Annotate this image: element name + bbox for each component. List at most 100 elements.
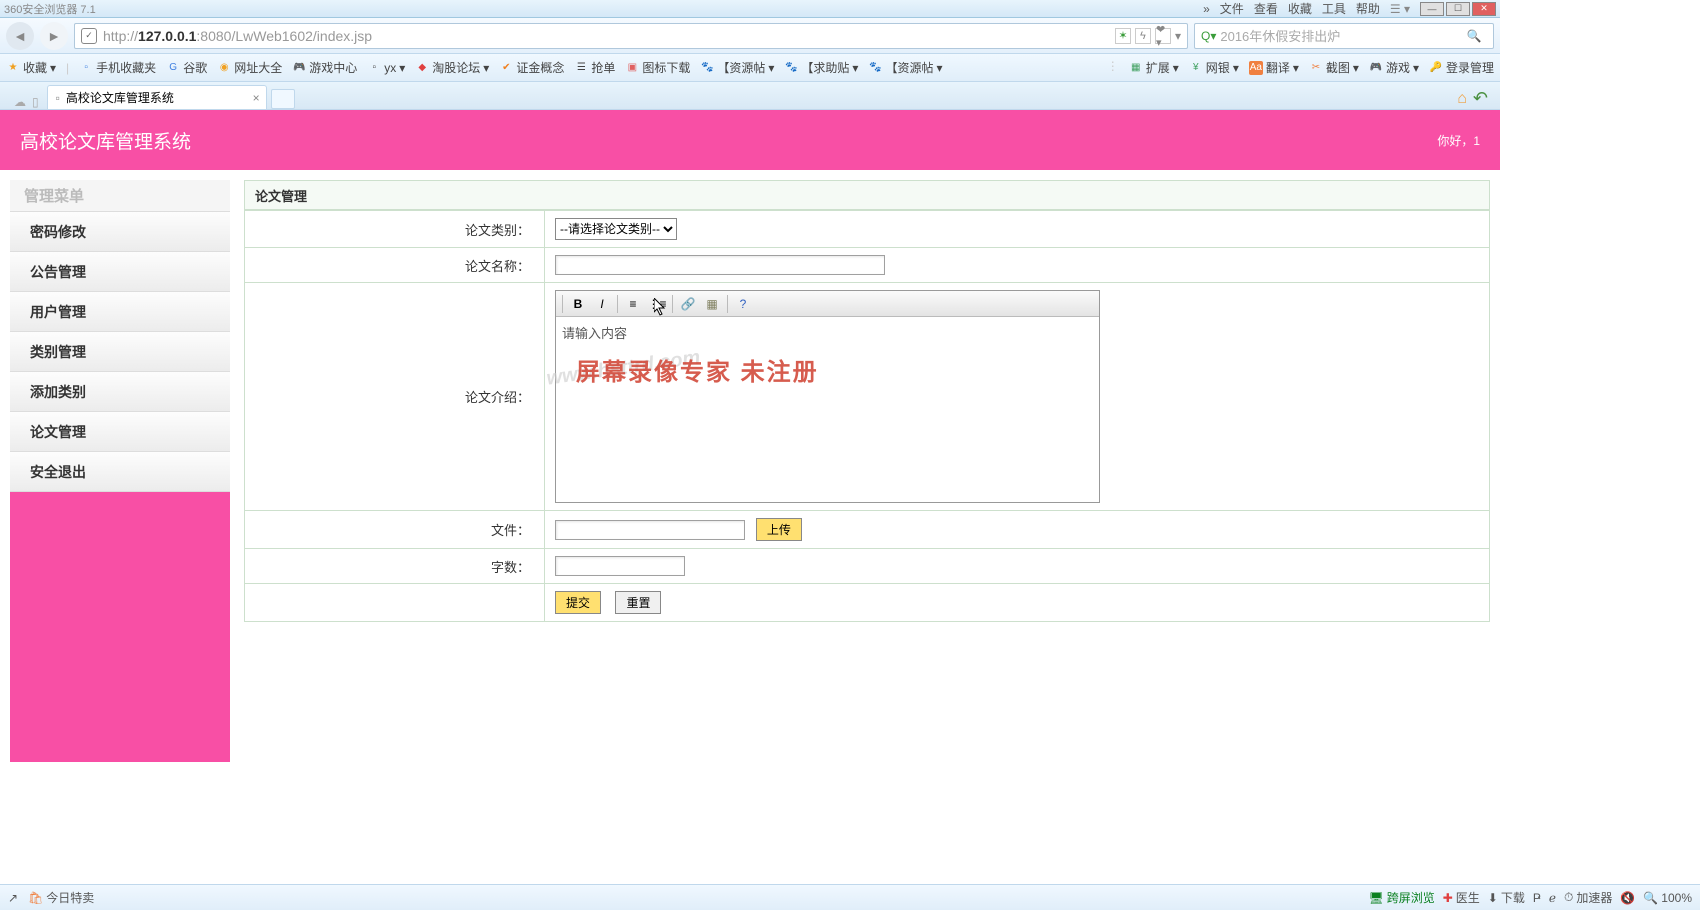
undo-close-icon[interactable]: ↶ [1473, 88, 1488, 109]
launch-icon[interactable]: ↗ [8, 891, 18, 905]
label-intro: 论文介绍： [245, 283, 545, 511]
tab-active[interactable]: ▫ 高校论文库管理系统 × [47, 85, 267, 109]
reset-button[interactable]: 重置 [615, 591, 661, 614]
url-text: http://127.0.0.1:8080/LwWeb1602/index.js… [103, 28, 1115, 44]
label-category: 论文类别： [245, 211, 545, 248]
sidebar-item-notice[interactable]: 公告管理 [10, 252, 230, 292]
sidebar-item-thesis[interactable]: 论文管理 [10, 412, 230, 452]
menu-file[interactable]: 文件 [1220, 0, 1244, 17]
ol-button[interactable]: ≡ [622, 294, 644, 314]
home-icon[interactable]: ⌂ [1457, 90, 1467, 108]
bookmark-taogu[interactable]: ◆淘股论坛 ▾ [415, 59, 489, 76]
menu-manage-icon[interactable]: ☰ ▾ [1390, 2, 1410, 16]
bookmark-yx[interactable]: ▫yx ▾ [367, 61, 405, 75]
games-button[interactable]: 🎮游戏 ▾ [1369, 59, 1419, 76]
back-button[interactable]: ◄ [6, 22, 34, 50]
window-menubar: » 文件 查看 收藏 工具 帮助 ☰ ▾ — ☐ ✕ [1203, 0, 1496, 17]
page-body: 管理菜单 密码修改 公告管理 用户管理 类别管理 添加类别 论文管理 安全退出 … [0, 170, 1500, 760]
search-box[interactable]: Q▾ 2016年休假安排出炉 🔍 [1194, 23, 1494, 49]
bookmark-google[interactable]: G谷歌 [166, 59, 207, 76]
forward-button[interactable]: ► [40, 22, 68, 50]
tab-close-button[interactable]: × [253, 91, 260, 105]
e-icon[interactable]: ℯ [1549, 891, 1556, 905]
paw-icon: 🐾 [868, 61, 882, 75]
bookmark-right: ⋮ ▦扩展 ▾ ¥网银 ▾ Aa翻译 ▾ ✂截图 ▾ 🎮游戏 ▾ 🔑登录管理 [1107, 59, 1494, 76]
bold-button[interactable]: B [567, 294, 589, 314]
upload-button[interactable]: 上传 [756, 518, 802, 541]
minimize-button[interactable]: — [1420, 2, 1444, 16]
nav-toolbar: ◄ ► ✓ http://127.0.0.1:8080/LwWeb1602/in… [0, 18, 1500, 54]
translate-button[interactable]: Aa翻译 ▾ [1249, 59, 1299, 76]
label-name: 论文名称： [245, 248, 545, 283]
today-sale[interactable]: 🛍今日特卖 [28, 889, 94, 906]
submit-button[interactable]: 提交 [555, 591, 601, 614]
maximize-button[interactable]: ☐ [1446, 2, 1470, 16]
bookmark-games[interactable]: 🎮游戏中心 [292, 59, 357, 76]
download-arrow-icon: ⬇ [1488, 891, 1498, 905]
label-file: 文件： [245, 511, 545, 549]
italic-button[interactable]: I [591, 294, 613, 314]
sidebar-item-addcat[interactable]: 添加类别 [10, 372, 230, 412]
bookmark-help[interactable]: 🐾【求助贴 ▾ [784, 59, 858, 76]
form-table: 论文类别： --请选择论文类别-- 论文名称： 论文介绍： B [244, 210, 1490, 622]
screenshot-button[interactable]: ✂截图 ▾ [1309, 59, 1359, 76]
sidebar-item-exit[interactable]: 安全退出 [10, 452, 230, 492]
search-engine-icon[interactable]: Q▾ [1201, 29, 1216, 43]
menu-chevrons[interactable]: » [1203, 2, 1210, 16]
tab-right-icons: ⌂ ↶ [1451, 88, 1494, 109]
login-mgr-button[interactable]: 🔑登录管理 [1429, 59, 1494, 76]
bookmark-zhengjin[interactable]: ✔证金概念 [499, 59, 564, 76]
image-button[interactable]: ▦ [701, 294, 723, 314]
url-dropdown-icon[interactable]: ▾ [1175, 29, 1181, 43]
lightning-icon[interactable]: ϟ [1135, 28, 1151, 44]
new-tab-button[interactable] [271, 89, 295, 109]
search-button[interactable]: 🔍 [1461, 26, 1487, 46]
menu-view[interactable]: 查看 [1254, 0, 1278, 17]
name-input[interactable] [555, 255, 885, 275]
address-bar[interactable]: ✓ http://127.0.0.1:8080/LwWeb1602/index.… [74, 23, 1188, 49]
menu-fav[interactable]: 收藏 [1288, 0, 1312, 17]
help-button[interactable]: ? [732, 294, 754, 314]
menu-help[interactable]: 帮助 [1356, 0, 1380, 17]
forum-icon: ◆ [415, 61, 429, 75]
p-icon[interactable]: Ҏ [1533, 891, 1541, 905]
note-icon[interactable]: ▯ [32, 95, 39, 109]
page-header: 高校论文库管理系统 你好，1 [0, 110, 1500, 170]
bank-button[interactable]: ¥网银 ▾ [1189, 59, 1239, 76]
cross-browse[interactable]: 🖥跨屏浏览 [1368, 889, 1434, 906]
mobile-icon: ▫ [79, 61, 93, 75]
gamepad-icon: 🎮 [1369, 61, 1383, 75]
bookmark-sites[interactable]: ◉网址大全 [217, 59, 282, 76]
sidebar-item-users[interactable]: 用户管理 [10, 292, 230, 332]
close-button[interactable]: ✕ [1472, 2, 1496, 16]
paw-icon: 🐾 [700, 61, 714, 75]
category-select[interactable]: --请选择论文类别-- [555, 218, 677, 240]
bookmark-res1[interactable]: 🐾【资源帖 ▾ [700, 59, 774, 76]
ul-button[interactable]: ⋮≡ [646, 294, 668, 314]
link-button[interactable]: 🔗 [677, 294, 699, 314]
menu-tools[interactable]: 工具 [1322, 0, 1346, 17]
file-input[interactable] [555, 520, 745, 540]
bookmark-res2[interactable]: 🐾【资源帖 ▾ [868, 59, 942, 76]
bookmark-mobile[interactable]: ▫手机收藏夹 [79, 59, 156, 76]
mute-icon[interactable]: 🔇 [1620, 891, 1635, 905]
favorites-button[interactable]: ★收藏 ▾ [6, 59, 56, 76]
yen-icon: ¥ [1189, 61, 1203, 75]
doctor-button[interactable]: ✚医生 [1443, 889, 1480, 906]
bookmark-bar: ★收藏 ▾ | ▫手机收藏夹 G谷歌 ◉网址大全 🎮游戏中心 ▫yx ▾ ◆淘股… [0, 54, 1500, 82]
sidebar-item-category[interactable]: 类别管理 [10, 332, 230, 372]
download-button[interactable]: ⬇下载 [1488, 889, 1525, 906]
editor-body[interactable]: 请输入内容 www.hsttrd.com 屏幕录像专家 未注册 [556, 317, 1099, 502]
bookmark-icons[interactable]: ▣图标下载 [625, 59, 690, 76]
ext-button[interactable]: ▦扩展 ▾ [1129, 59, 1179, 76]
cloud-icon[interactable]: ☁ [14, 95, 26, 109]
greeting-text: 你好，1 [1437, 132, 1480, 149]
compat-icon[interactable]: ✶ [1115, 28, 1131, 44]
zoom-control[interactable]: 🔍100% [1643, 891, 1692, 905]
heart-icon[interactable]: ❤ ▾ [1155, 28, 1171, 44]
sidebar-item-password[interactable]: 密码修改 [10, 212, 230, 252]
bookmark-qiangdan[interactable]: ☰抢单 [574, 59, 615, 76]
security-shield-icon[interactable]: ✓ [81, 28, 97, 44]
wordcount-input[interactable] [555, 556, 685, 576]
accel-button[interactable]: ⏱加速器 [1564, 889, 1612, 906]
